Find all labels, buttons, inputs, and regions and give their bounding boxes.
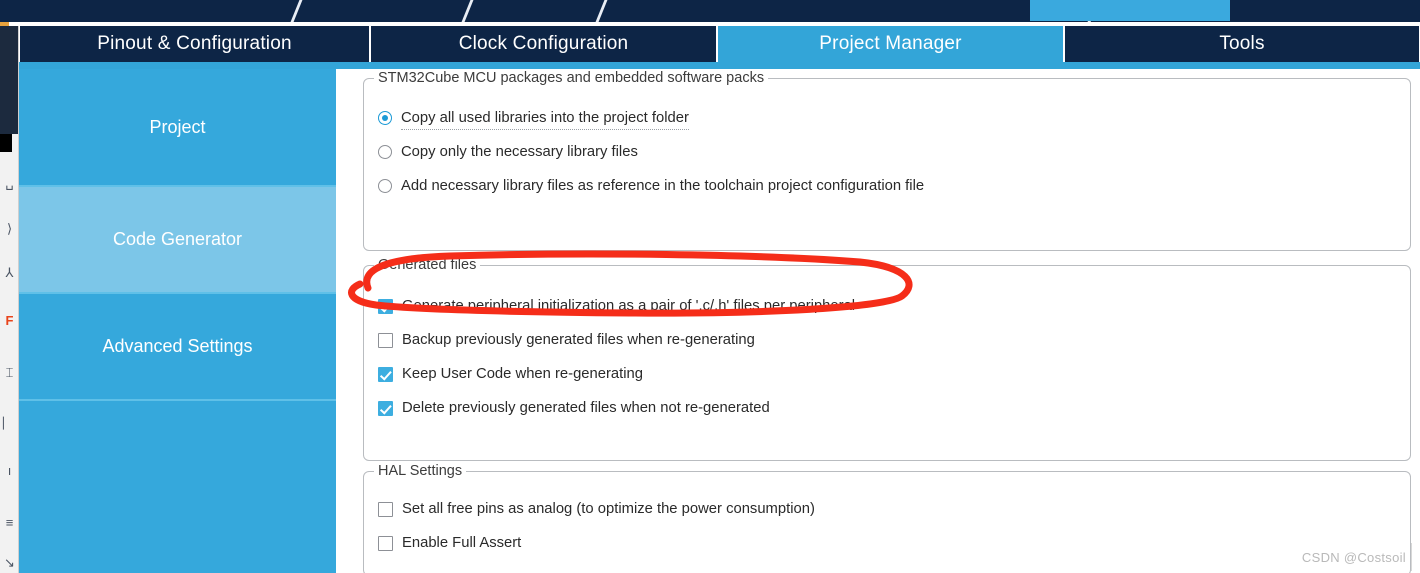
radio-label: Add necessary library files as reference…	[401, 178, 925, 194]
focus-underline	[401, 129, 689, 130]
sidebar-item-code-generator[interactable]: Code Generator	[19, 187, 336, 294]
groupbox-title: HAL Settings	[374, 463, 467, 479]
radio-indicator-icon[interactable]	[378, 111, 392, 125]
menubar-slash-glyph	[461, 0, 474, 22]
watermark-label: CSDN @Costsoil	[1301, 550, 1406, 565]
watermark-divider	[1411, 543, 1412, 571]
groupbox-mcu-packages: STM32Cube MCU packages and embedded soft…	[363, 70, 1411, 251]
menubar-slash-glyph	[595, 0, 608, 22]
strip-glyph-icon[interactable]: ⌶	[1, 366, 18, 379]
radio-indicator-icon[interactable]	[378, 145, 392, 159]
sidebar-item-project[interactable]: Project	[19, 69, 336, 187]
left-strip-dark-region	[0, 26, 18, 134]
checkbox-label: Set all free pins as analog (to optimize…	[402, 501, 815, 517]
strip-glyph-icon[interactable]: ⎸	[1, 416, 18, 429]
groupbox-generated-files: Generated files Generate peripheral init…	[363, 257, 1411, 461]
checkbox-row-keep-user-code[interactable]: Keep User Code when re-generating	[378, 366, 643, 382]
menubar-remnant	[0, 0, 1420, 22]
left-strip-black-block	[0, 134, 12, 152]
strip-glyph-icon[interactable]: ≡	[1, 516, 18, 529]
checkbox-indicator-icon[interactable]	[378, 535, 393, 551]
tab-project-manager[interactable]: Project Manager	[717, 26, 1064, 62]
project-manager-body: Project Code Generator Advanced Settings…	[19, 62, 1420, 573]
groupbox-title: STM32Cube MCU packages and embedded soft…	[374, 70, 769, 86]
strip-glyph-icon[interactable]: ı	[1, 464, 18, 477]
checkbox-indicator-icon[interactable]	[378, 501, 393, 517]
tab-tools[interactable]: Tools	[1064, 26, 1420, 62]
sidebar-item-label: Code Generator	[112, 229, 243, 249]
checkbox-indicator-icon[interactable]	[378, 366, 393, 382]
sidebar-item-empty	[19, 401, 336, 573]
groupbox-title: Generated files	[374, 257, 481, 273]
strip-glyph-icon[interactable]: ⟩	[1, 222, 18, 235]
menubar-selected-item[interactable]	[1030, 0, 1230, 21]
tab-clock-configuration[interactable]: Clock Configuration	[370, 26, 717, 62]
checkbox-label: Generate peripheral initialization as a …	[402, 298, 856, 314]
sidebar-item-label: Project	[149, 116, 206, 137]
checkbox-row-enable-full-assert[interactable]: Enable Full Assert	[378, 535, 521, 551]
menubar-slash-glyph	[290, 0, 303, 22]
radio-row-copy-only-necessary[interactable]: Copy only the necessary library files	[378, 144, 638, 160]
tab-label: Project Manager	[819, 33, 962, 54]
checkbox-row-generate-peripheral-init[interactable]: Generate peripheral initialization as a …	[378, 298, 855, 314]
sidebar-item-advanced-settings[interactable]: Advanced Settings	[19, 294, 336, 401]
main-tabbar: Pinout & Configuration Clock Configurati…	[19, 26, 1420, 62]
strip-glyph-icon[interactable]: ⅄	[1, 266, 18, 279]
tab-label: Tools	[1219, 33, 1265, 54]
checkbox-label: Backup previously generated files when r…	[402, 332, 755, 348]
strip-glyph-icon[interactable]: ␣	[1, 176, 18, 189]
checkbox-row-delete-previously-generated[interactable]: Delete previously generated files when n…	[378, 400, 770, 416]
checkbox-indicator-icon[interactable]	[378, 400, 393, 416]
radio-row-add-as-reference[interactable]: Add necessary library files as reference…	[378, 178, 924, 194]
checkbox-indicator-icon[interactable]	[378, 298, 393, 314]
tab-pinout-and-configuration[interactable]: Pinout & Configuration	[19, 26, 370, 62]
sidebar-item-label: Advanced Settings	[102, 336, 253, 356]
settings-panel: STM32Cube MCU packages and embedded soft…	[345, 69, 1420, 573]
groupbox-hal-settings: HAL Settings Set all free pins as analog…	[363, 463, 1411, 573]
radio-label: Copy only the necessary library files	[401, 144, 638, 160]
project-manager-sidebar: Project Code Generator Advanced Settings	[19, 69, 336, 573]
checkbox-label: Delete previously generated files when n…	[402, 400, 770, 416]
radio-row-copy-all-libraries[interactable]: Copy all used libraries into the project…	[378, 110, 689, 130]
checkbox-row-set-free-pins-analog[interactable]: Set all free pins as analog (to optimize…	[378, 501, 815, 517]
strip-glyph-icon[interactable]: F	[1, 314, 18, 327]
checkbox-indicator-icon[interactable]	[378, 332, 393, 348]
radio-label: Copy all used libraries into the project…	[401, 110, 689, 130]
strip-glyph-icon[interactable]: ↘	[1, 556, 18, 569]
tab-label: Pinout & Configuration	[97, 33, 292, 54]
checkbox-label: Keep User Code when re-generating	[402, 366, 644, 382]
checkbox-label: Enable Full Assert	[402, 535, 522, 551]
radio-indicator-icon[interactable]	[378, 179, 392, 193]
tab-label: Clock Configuration	[458, 33, 629, 54]
checkbox-row-backup-previously-generated[interactable]: Backup previously generated files when r…	[378, 332, 755, 348]
content-top-accent-bar	[19, 62, 1420, 69]
left-toolbar-strip[interactable]: ␣ ⟩ ⅄ F ⌶ ⎸ ı ≡ ↘	[0, 26, 19, 573]
